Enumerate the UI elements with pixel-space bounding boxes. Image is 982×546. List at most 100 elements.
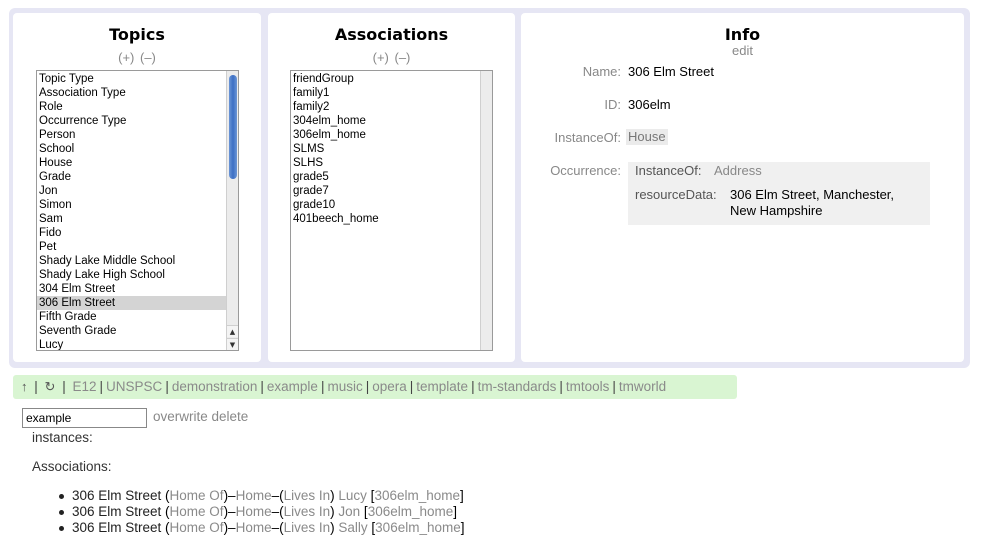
punct: ] (460, 520, 465, 535)
occurrence-resource-key: resourceData: (635, 187, 717, 202)
topics-list: Topic Type Association Type Role Occurrence… (37, 71, 238, 350)
association-list-item[interactable]: SLMS (291, 142, 492, 156)
remove-association-button[interactable]: (–) (394, 50, 410, 65)
topic-map-link[interactable]: tm-standards (478, 379, 557, 394)
associations-panel: Associations (+) (–) friendGroup family1 f… (268, 13, 515, 362)
add-association-button[interactable]: (+) (373, 50, 389, 65)
association-list-item[interactable]: family2 (291, 100, 492, 114)
association-list-item[interactable]: friendGroup (291, 72, 492, 86)
topic-list-item[interactable]: Pet (37, 240, 238, 254)
associations-list: friendGroup family1 family2 304elm_home 306e… (291, 71, 492, 226)
association-list-item[interactable]: grade10 (291, 198, 492, 212)
topic-map-link[interactable]: tmworld (619, 379, 666, 394)
role-link[interactable]: Lives In (284, 504, 331, 519)
punct: ( (161, 488, 170, 503)
separator: | (260, 379, 264, 394)
punct: [ (360, 504, 368, 519)
topics-scrollbar[interactable]: ▲ ▼ (226, 71, 238, 350)
role-link[interactable]: Lives In (284, 488, 331, 503)
player-link[interactable]: Sally (338, 520, 367, 535)
topic-list-item[interactable]: Role (37, 100, 238, 114)
occurrence-resource-line1: 306 Elm Street, Manchester, (730, 187, 895, 202)
topic-map-link[interactable]: E12 (73, 379, 97, 394)
topic-map-link[interactable]: UNSPSC (106, 379, 162, 394)
topics-scroll-thumb[interactable] (229, 75, 237, 179)
association-id-link[interactable]: 306elm_home (368, 504, 454, 519)
association-list-item[interactable]: family1 (291, 86, 492, 100)
info-title: Info (724, 25, 761, 44)
player-link[interactable]: Lucy (338, 488, 367, 503)
separator: | (320, 379, 325, 394)
topic-list-item[interactable]: Fido (37, 226, 238, 240)
topic-list-item[interactable]: Sam (37, 212, 238, 226)
topic-map-link[interactable]: tmtools (566, 379, 610, 394)
occurrence-instanceof-value[interactable]: Address (714, 163, 762, 178)
id-value: 306elm (628, 97, 671, 112)
topic-list-item[interactable]: Shady Lake Middle School (37, 254, 238, 268)
associations-listbox[interactable]: friendGroup family1 family2 304elm_home 306e… (290, 70, 493, 351)
topics-listbox[interactable]: Topic Type Association Type Role Occurrence… (36, 70, 239, 351)
topic-list-item[interactable]: School (37, 142, 238, 156)
name-label: Name: (582, 64, 621, 79)
association-type-link[interactable]: Home (236, 520, 272, 535)
punct: )– (223, 504, 236, 519)
topic-map-navbar: ↑ | ↻ | E12 | UNSPSC | demonstration | example… (13, 375, 737, 399)
topic-list-item[interactable]: Grade (37, 170, 238, 184)
association-type-link[interactable]: Home (236, 504, 272, 519)
association-list-item[interactable]: grade5 (291, 170, 492, 184)
scroll-up-arrow-icon[interactable]: ▲ (227, 325, 238, 337)
association-id-link[interactable]: 306elm_home (375, 520, 461, 535)
separator: | (409, 379, 414, 394)
topic-map-link[interactable]: template (416, 379, 468, 394)
delete-link[interactable]: delete (212, 409, 249, 424)
edit-link[interactable]: edit (521, 43, 964, 58)
refresh-icon[interactable]: ↻ (45, 379, 56, 394)
association-list: 306 Elm Street (Home Of)–Home–(Lives In)… (56, 488, 465, 536)
topic-list-item[interactable]: Shady Lake High School (37, 268, 238, 282)
up-arrow-icon[interactable]: ↑ (21, 379, 28, 394)
topic-list-item[interactable]: Simon (37, 198, 238, 212)
association-list-item[interactable]: 306elm_home (291, 128, 492, 142)
topic-map-link[interactable]: music (327, 379, 362, 394)
topic-map-link[interactable]: opera (372, 379, 407, 394)
separator: | (365, 379, 370, 394)
association-type-link[interactable]: Home (236, 488, 272, 503)
topic-list-item[interactable]: Lucy (37, 338, 238, 350)
associations-title: Associations (334, 25, 449, 44)
topic-list-item[interactable]: Person (37, 128, 238, 142)
separator: | (62, 379, 66, 394)
role-link[interactable]: Home Of (170, 504, 224, 519)
remove-topic-button[interactable]: (–) (140, 50, 156, 65)
topic-list-item[interactable]: Occurrence Type (37, 114, 238, 128)
topic-map-link[interactable]: demonstration (172, 379, 258, 394)
association-list-item[interactable]: 304elm_home (291, 114, 492, 128)
topic-list-item[interactable]: Jon (37, 184, 238, 198)
association-list-item[interactable]: SLHS (291, 156, 492, 170)
topic-list-item[interactable]: Seventh Grade (37, 324, 238, 338)
player-link[interactable]: Jon (338, 504, 360, 519)
topic-list-item[interactable]: House (37, 156, 238, 170)
separator: | (612, 379, 616, 394)
association-id-link[interactable]: 306elm_home (374, 488, 460, 503)
topic-map-name-input[interactable] (22, 408, 147, 428)
association-topic: 306 Elm Street (72, 488, 162, 503)
role-link[interactable]: Home Of (170, 520, 224, 535)
associations-scrollbar[interactable] (480, 71, 492, 350)
topic-list-item[interactable]: 306 Elm Street (37, 296, 238, 310)
instanceof-value[interactable]: House (626, 129, 668, 145)
overwrite-link[interactable]: overwrite (153, 409, 208, 424)
topic-list-item[interactable]: Topic Type (37, 72, 238, 86)
association-list-item[interactable]: 401beech_home (291, 212, 492, 226)
role-link[interactable]: Lives In (284, 520, 331, 535)
topic-list-item[interactable]: Fifth Grade (37, 310, 238, 324)
role-link[interactable]: Home Of (170, 488, 224, 503)
punct: –( (271, 488, 284, 503)
scroll-down-arrow-icon[interactable]: ▼ (227, 338, 238, 350)
topic-list-item[interactable]: 304 Elm Street (37, 282, 238, 296)
topic-list-item[interactable]: Association Type (37, 86, 238, 100)
topic-map-link[interactable]: example (267, 379, 318, 394)
add-topic-button[interactable]: (+) (118, 50, 134, 65)
punct: ] (453, 504, 458, 519)
association-list-item[interactable]: grade7 (291, 184, 492, 198)
punct: –( (271, 520, 284, 535)
